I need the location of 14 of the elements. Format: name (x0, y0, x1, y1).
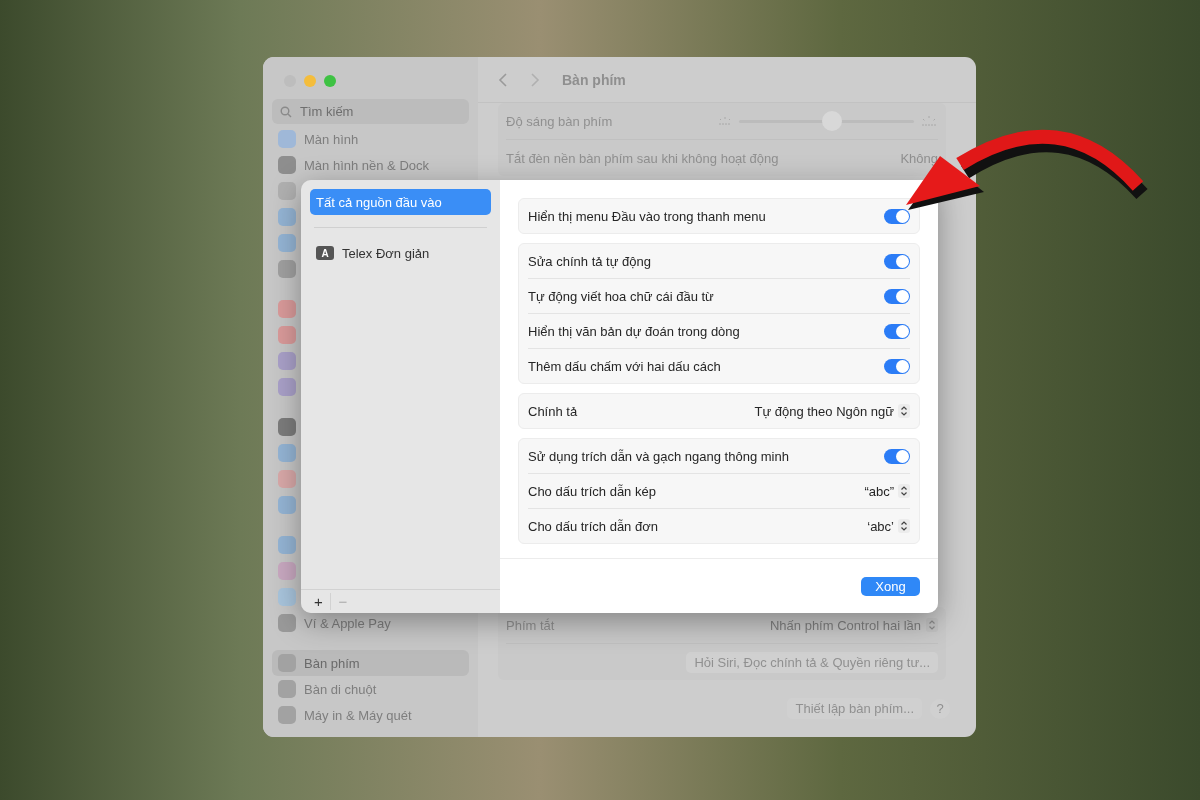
setting-label: Cho dấu trích dẫn đơn (528, 518, 658, 534)
setting-label: Sử dụng trích dẫn và gạch ngang thông minh (528, 448, 789, 464)
window-title: Bàn phím (562, 71, 626, 88)
setting-label: Độ sáng bàn phím (506, 113, 613, 129)
setting-label: Hiển thị văn bản dự đoán trong dòng (528, 323, 740, 339)
setting-label: Hiển thị menu Đầu vào trong thanh menu (528, 208, 766, 224)
setting-label: Cho dấu trích dẫn kép (528, 483, 656, 499)
setting-label: Tắt đèn nền bàn phím sau khi không hoạt động (506, 150, 779, 166)
setting-label: Tự động viết hoa chữ cái đầu từ (528, 288, 714, 304)
setting-label: Sửa chính tả tự động (528, 253, 651, 269)
input-source-icon: A (316, 246, 334, 260)
setting-label: Chính tả (528, 403, 578, 419)
setting-label: Thêm dấu chấm với hai dấu cách (528, 358, 721, 374)
setting-value: Không (900, 150, 938, 166)
